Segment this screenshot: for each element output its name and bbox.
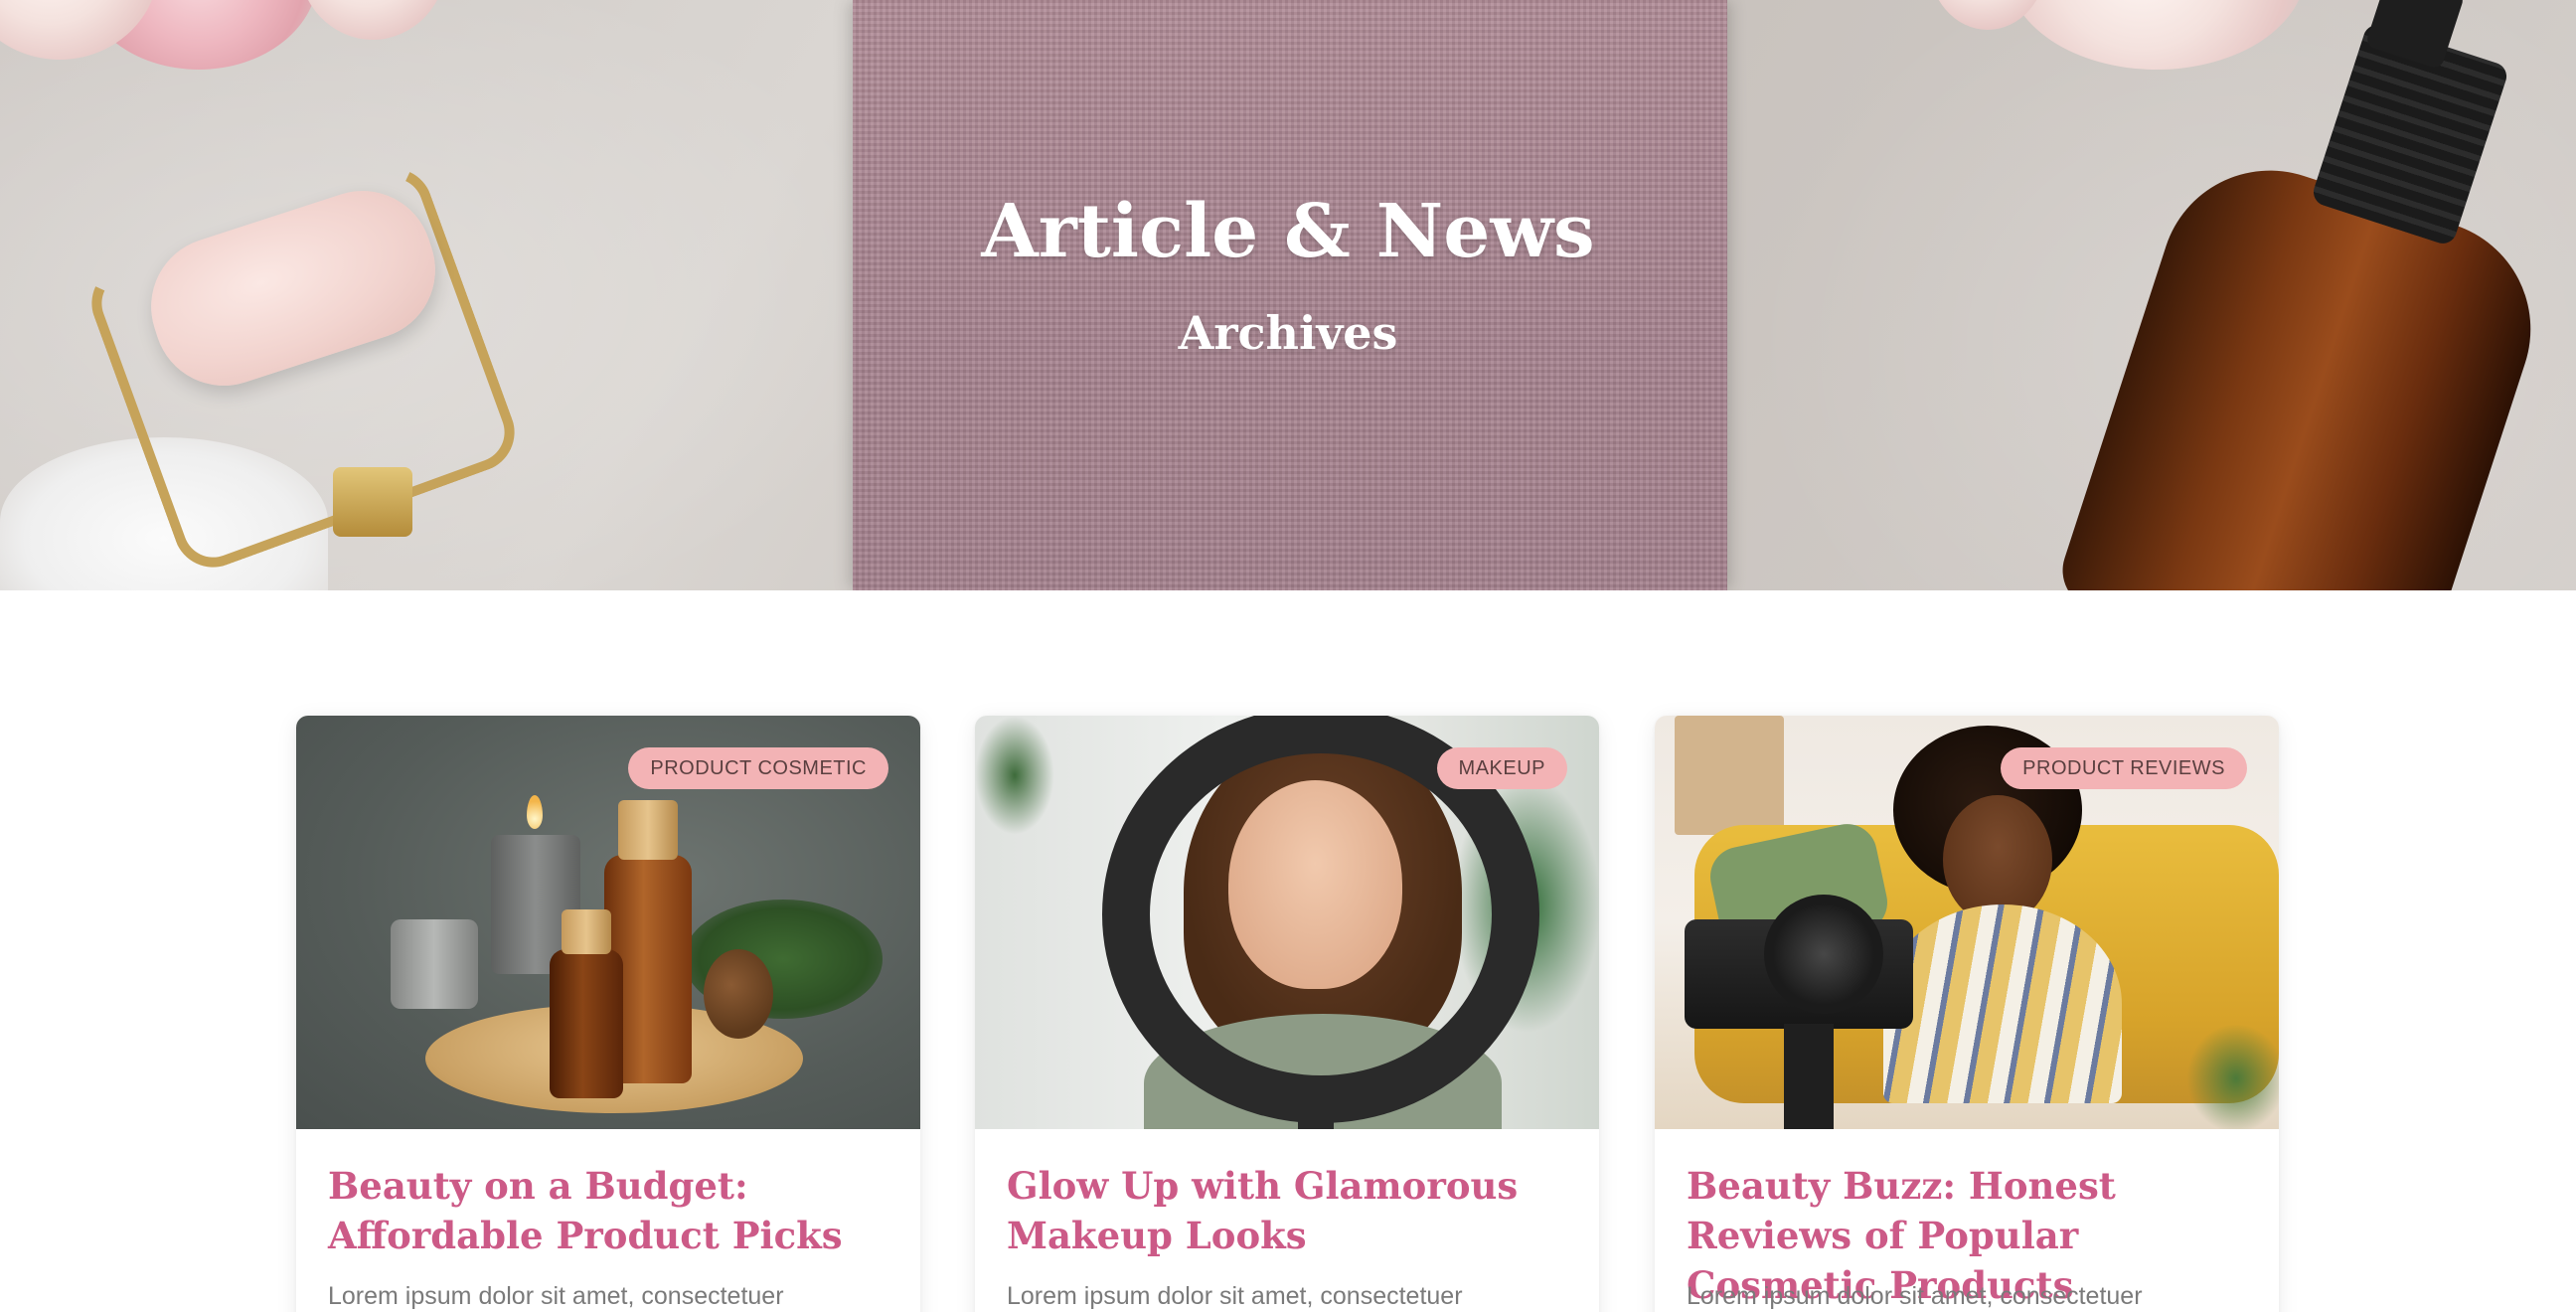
hero-flower-image [298,0,447,40]
plant-image [975,716,1054,835]
candle-image [391,919,478,1009]
hero-banner: Article & News Archives [0,0,2576,590]
post-title-link[interactable]: Beauty on a Budget: Affordable Product P… [328,1161,894,1260]
flame-image [527,795,543,829]
page-title: Article & News [981,189,1595,274]
ring-light-stand-image [1298,1093,1334,1129]
cosmetic-bottle-image [550,949,623,1098]
plant-image [2186,1024,2279,1129]
woman-shirt-image [1883,904,2122,1103]
post-card[interactable]: PRODUCT REVIEWS Beauty Buzz: Honest Revi… [1655,716,2279,1312]
post-thumbnail[interactable]: PRODUCT COSMETIC [296,716,920,1129]
post-thumbnail[interactable]: MAKEUP [975,716,1599,1129]
post-title-link[interactable]: Glow Up with Glamorous Makeup Looks [1007,1161,1573,1260]
face-roller-base-image [333,467,412,537]
post-card[interactable]: PRODUCT COSMETIC Beauty on a Budget: Aff… [296,716,920,1312]
cosmetic-bottle-pump-image [562,909,611,954]
post-excerpt: Lorem ipsum dolor sit amet, consectetuer [1007,1282,1463,1310]
post-excerpt: Lorem ipsum dolor sit amet, consectetuer [1687,1282,2143,1310]
shelf-image [1675,716,1784,835]
hero-towel-image [853,0,1727,590]
category-badge[interactable]: PRODUCT REVIEWS [2001,747,2247,789]
cosmetic-bottle-pump-image [618,800,678,860]
category-badge[interactable]: PRODUCT COSMETIC [628,747,888,789]
post-excerpt: Lorem ipsum dolor sit amet, consectetuer [328,1282,784,1310]
page-subtitle: Archives [1178,306,1398,360]
post-thumbnail[interactable]: PRODUCT REVIEWS [1655,716,2279,1129]
hero-flower-image [2008,0,2306,70]
camera-lens-image [1764,895,1883,1014]
category-badge[interactable]: MAKEUP [1436,747,1567,789]
pine-cone-image [704,949,773,1039]
tripod-image [1784,1024,1834,1129]
post-card[interactable]: MAKEUP Glow Up with Glamorous Makeup Loo… [975,716,1599,1312]
